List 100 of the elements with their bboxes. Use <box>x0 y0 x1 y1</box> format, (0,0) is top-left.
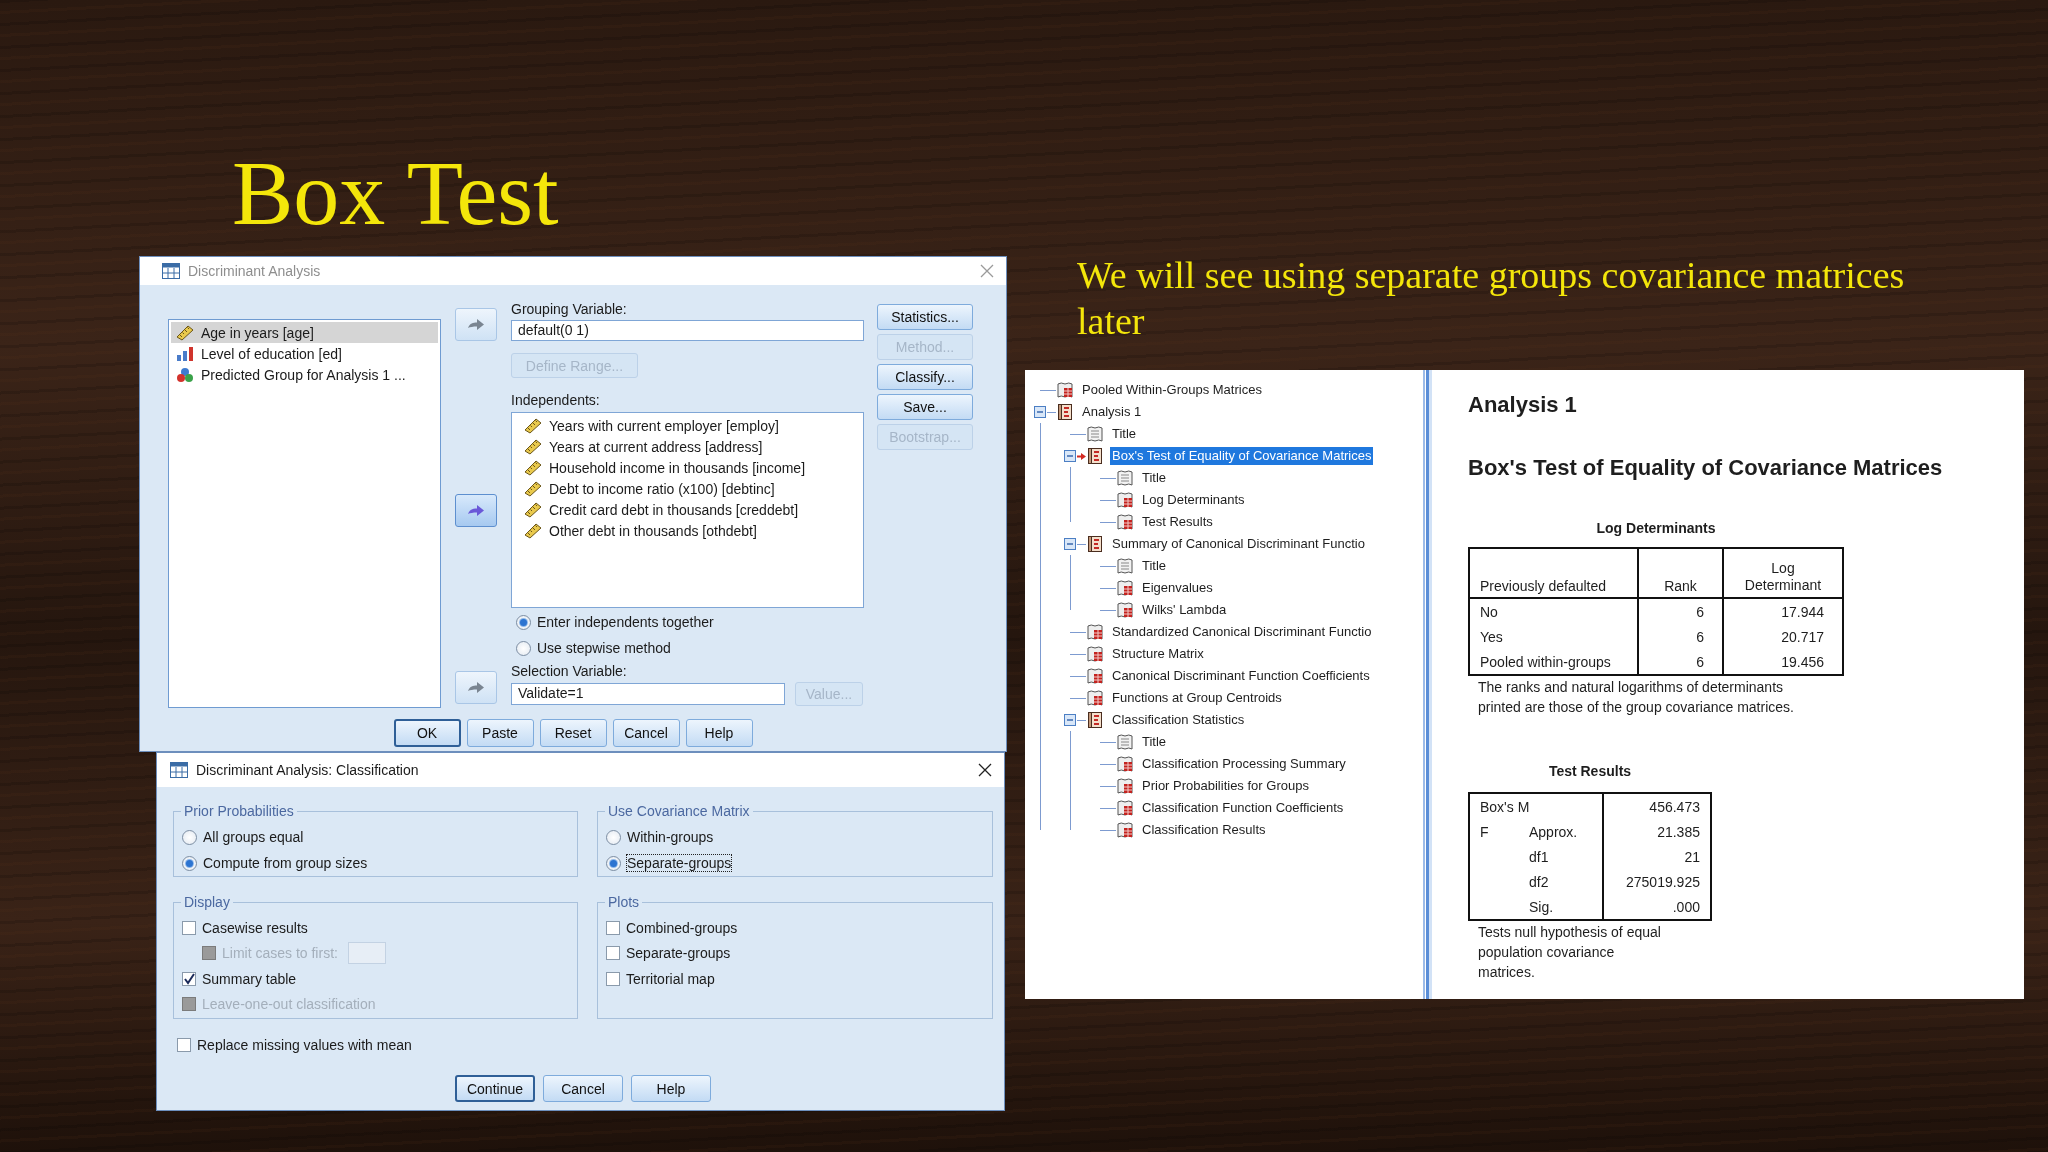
column-header: Rank <box>1638 548 1723 598</box>
ruler-icon <box>176 324 194 341</box>
tree-item[interactable]: Title <box>1140 469 1169 487</box>
tree-item[interactable]: Summary of Canonical Discriminant Functio <box>1110 535 1367 553</box>
tree-item[interactable]: Classification Results <box>1140 821 1268 839</box>
checkbox[interactable] <box>606 971 620 986</box>
dialog-button[interactable]: Continue <box>455 1075 535 1102</box>
table-icon <box>1116 513 1134 531</box>
radio-button[interactable] <box>182 855 197 871</box>
dialog-button[interactable]: Reset <box>539 719 607 747</box>
arrow-icon <box>467 317 485 332</box>
dialog-button[interactable]: Cancel <box>612 719 680 747</box>
variable-item[interactable]: Predicted Group for Analysis 1 ... <box>171 364 438 385</box>
table-icon <box>1116 777 1134 795</box>
radio-button[interactable] <box>516 614 531 630</box>
collapse-icon[interactable] <box>1064 538 1076 550</box>
book-icon <box>1086 535 1104 553</box>
tree-item[interactable]: Functions at Group Centroids <box>1110 689 1284 707</box>
variable-item[interactable]: Household income in thousands [income] <box>512 457 863 478</box>
table-icon <box>1116 755 1134 773</box>
variable-item[interactable]: Years at current address [address] <box>512 436 863 457</box>
ruler-icon <box>524 522 542 539</box>
radio-button[interactable] <box>182 829 197 845</box>
tree-item[interactable]: Analysis 1 <box>1080 403 1144 421</box>
table-cell: 20.717 <box>1723 624 1843 649</box>
variable-item[interactable]: Years with current employer [employ] <box>512 415 863 436</box>
table-cell: 275019.925 <box>1603 869 1711 894</box>
move-button[interactable] <box>455 494 497 527</box>
table-icon <box>1116 799 1134 817</box>
variable-item[interactable]: Debt to income ratio (x100) [debtinc] <box>512 478 863 499</box>
table-icon <box>1116 601 1134 619</box>
variable-item[interactable]: Age in years [age] <box>171 322 438 343</box>
tree-item[interactable]: Box's Test of Equality of Covariance Matrices <box>1110 447 1374 465</box>
option-label: Limit cases to first: <box>222 945 338 962</box>
book-icon <box>1056 403 1074 421</box>
tree-item[interactable]: Test Results <box>1140 513 1215 531</box>
table-footnote: Tests null hypothesis of equal population covariance matrices. <box>1477 923 1662 982</box>
collapse-icon[interactable] <box>1034 406 1046 418</box>
ruler-icon <box>524 501 542 518</box>
table-caption: Test Results <box>1547 762 1633 781</box>
column-header: Previously defaulted <box>1469 548 1638 598</box>
tree-item[interactable]: Canonical Discriminant Function Coefficients <box>1110 667 1372 685</box>
tree-item[interactable]: Log Determinants <box>1140 491 1247 509</box>
dialog-button[interactable]: Classify... <box>877 364 973 390</box>
checkbox[interactable] <box>182 920 196 935</box>
table-cell: df2 <box>1529 869 1603 894</box>
tree-item[interactable]: Prior Probabilities for Groups <box>1140 777 1311 795</box>
tree-item[interactable]: Wilks' Lambda <box>1140 601 1229 619</box>
book-icon <box>1086 447 1104 465</box>
table-icon <box>1086 623 1104 641</box>
checkbox[interactable] <box>606 946 620 961</box>
option-label: Compute from group sizes <box>203 855 368 871</box>
table-cell: Pooled within-groups <box>1469 649 1638 675</box>
book-icon <box>1086 711 1104 729</box>
window-icon <box>170 762 188 778</box>
arrow-icon <box>1077 451 1086 461</box>
variable-item[interactable]: Level of education [ed] <box>171 343 438 364</box>
selection-field[interactable]: Validate=1 <box>511 683 785 705</box>
radio-button[interactable] <box>606 829 621 845</box>
table-cell: 21.385 <box>1603 819 1711 844</box>
option-label: Use stepwise method <box>537 640 671 656</box>
grouping-field[interactable]: default(0 1) <box>511 320 864 341</box>
tree-item[interactable]: Eigenvalues <box>1140 579 1215 597</box>
dialog-button[interactable]: OK <box>393 719 461 747</box>
field-label: Independents: <box>511 392 601 408</box>
variable-item[interactable]: Other debt in thousands [othdebt] <box>512 520 863 541</box>
option-label: Leave-one-out classification <box>202 996 376 1013</box>
dialog-button[interactable]: Help <box>685 719 753 747</box>
collapse-icon[interactable] <box>1064 714 1076 726</box>
column-header: Log Determinant <box>1723 548 1843 598</box>
tree-item[interactable]: Structure Matrix <box>1110 645 1206 663</box>
checkbox[interactable] <box>177 1038 191 1052</box>
dialog-button[interactable]: Save... <box>877 394 973 420</box>
pane-splitter[interactable] <box>1423 370 1432 999</box>
dialog-button[interactable]: Statistics... <box>877 304 973 330</box>
option-label: Separate-groups <box>626 945 731 962</box>
variable-item[interactable]: Credit card debt in thousands [creddebt] <box>512 499 863 520</box>
dialog-button[interactable]: Help <box>631 1075 711 1102</box>
table-cell: F <box>1469 819 1529 844</box>
dialog-button[interactable]: Paste <box>466 719 534 747</box>
tree-item[interactable]: Classification Processing Summary <box>1140 755 1348 773</box>
collapse-icon[interactable] <box>1064 450 1076 462</box>
radio-button[interactable] <box>516 640 531 656</box>
table-icon <box>1056 381 1074 399</box>
tree-item[interactable]: Title <box>1140 733 1169 751</box>
page-icon <box>1116 733 1134 751</box>
tree-item[interactable]: Classification Statistics <box>1110 711 1247 729</box>
tree-item[interactable]: Pooled Within-Groups Matrices <box>1080 381 1264 399</box>
tree-item[interactable]: Classification Function Coefficients <box>1140 799 1346 817</box>
tree-item[interactable]: Standardized Canonical Discriminant Functio <box>1110 623 1374 641</box>
page-icon <box>1116 557 1134 575</box>
option-label: Enter independents together <box>537 614 714 630</box>
dialog-button[interactable]: Cancel <box>543 1075 623 1102</box>
close-icon[interactable] <box>978 763 992 777</box>
table-caption: Log Determinants <box>1595 519 1717 538</box>
radio-button[interactable] <box>606 855 621 871</box>
checkbox[interactable] <box>606 920 620 935</box>
tree-item[interactable]: Title <box>1140 557 1169 575</box>
checkbox[interactable] <box>182 971 196 986</box>
tree-item[interactable]: Title <box>1110 425 1139 443</box>
